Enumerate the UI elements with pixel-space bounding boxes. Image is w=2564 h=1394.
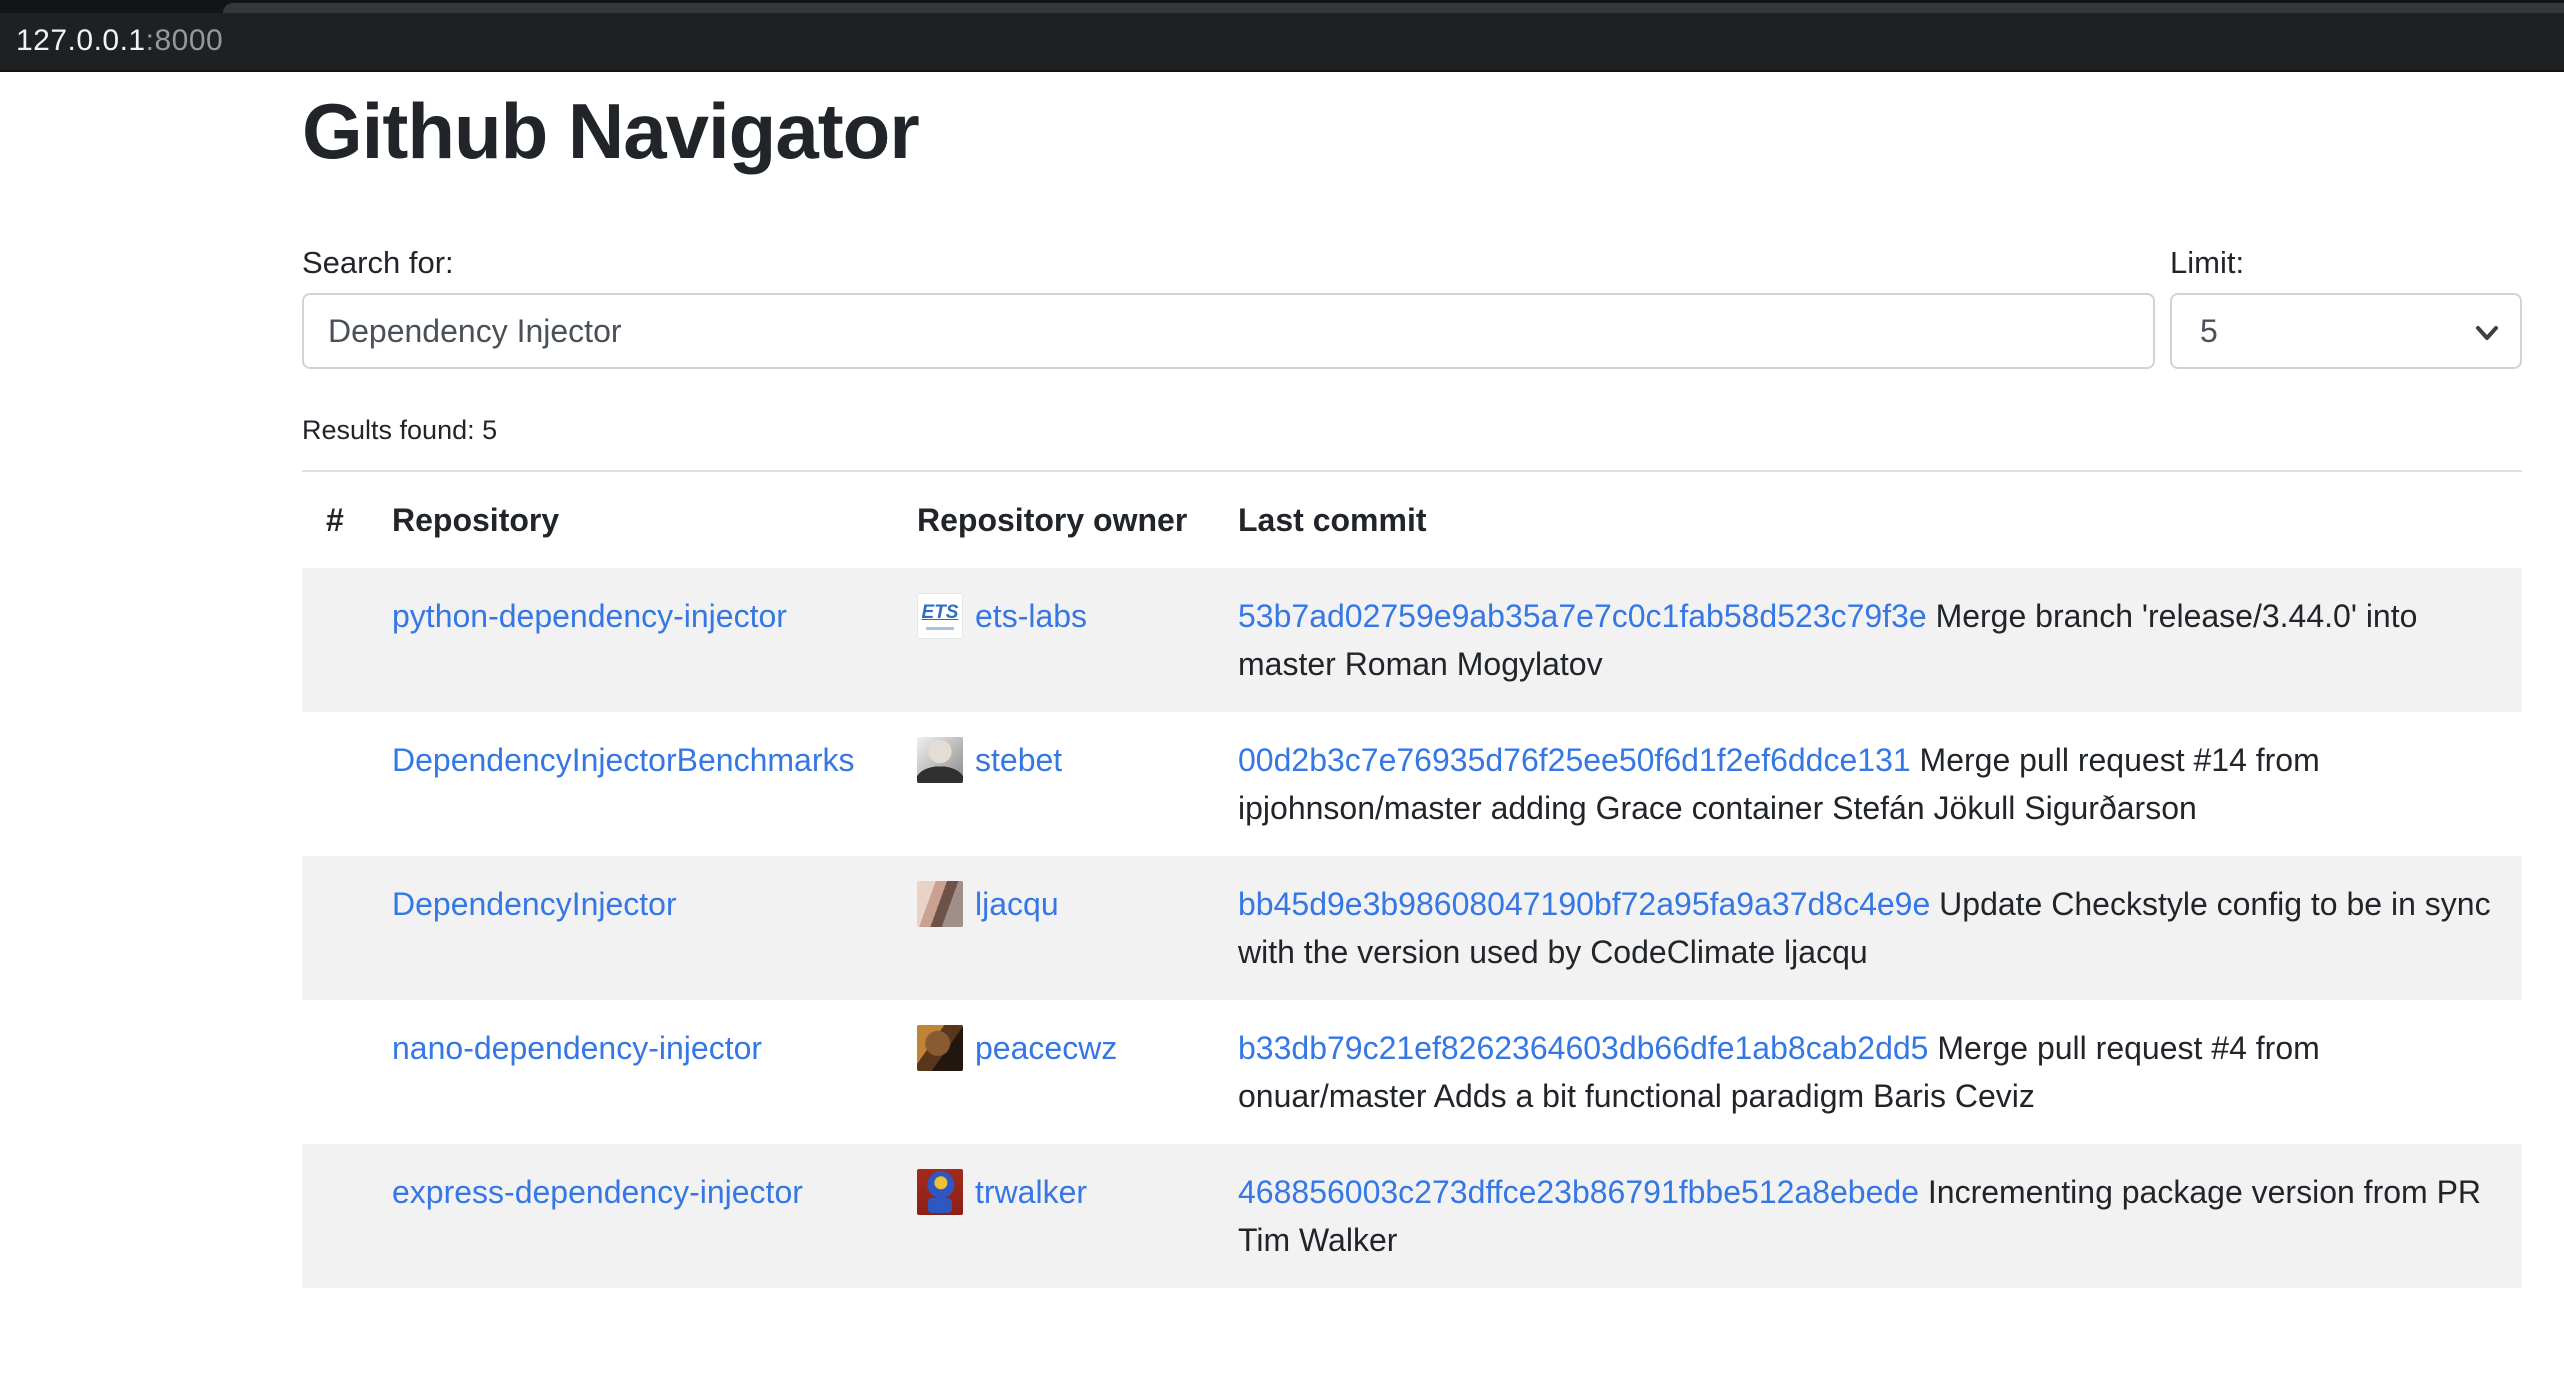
- peacecwz-avatar-photo: [917, 1025, 963, 1071]
- browser-tab-strip: [0, 0, 2564, 13]
- owner-link[interactable]: peacecwz: [975, 1024, 1117, 1072]
- repo-cell: python-dependency-injector: [368, 568, 893, 712]
- browser-chrome-bar: 127.0.0.1:8000: [0, 0, 2564, 72]
- table-row: python-dependency-injector ETS ets-labs …: [302, 568, 2522, 712]
- header-last-commit: Last commit: [1214, 471, 2522, 568]
- owner-link[interactable]: ets-labs: [975, 592, 1087, 640]
- limit-select[interactable]: 5: [2170, 293, 2522, 369]
- owner-link[interactable]: trwalker: [975, 1168, 1087, 1216]
- commit-cell: bb45d9e3b98608047190bf72a95fa9a37d8c4e9e…: [1214, 856, 2522, 1000]
- repository-link[interactable]: python-dependency-injector: [392, 598, 787, 634]
- limit-label: Limit:: [2170, 245, 2522, 281]
- repository-link[interactable]: DependencyInjector: [392, 886, 677, 922]
- url-host: 127.0.0.1: [16, 24, 146, 57]
- repo-cell: DependencyInjector: [368, 856, 893, 1000]
- commit-hash-link[interactable]: b33db79c21ef8262364603db66dfe1ab8cab2dd5: [1238, 1030, 1928, 1066]
- browser-tab[interactable]: [223, 3, 2564, 13]
- repo-cell: express-dependency-injector: [368, 1144, 893, 1288]
- results-summary: Results found: 5: [302, 415, 2522, 446]
- browser-address-bar[interactable]: 127.0.0.1:8000: [16, 24, 223, 58]
- ets-labs-logo-icon: ETS: [917, 593, 963, 639]
- table-row: DependencyInjectorBenchmarks stebet 00d2…: [302, 712, 2522, 856]
- row-index-cell: [302, 856, 368, 1000]
- limit-group: Limit: 5: [2170, 245, 2522, 369]
- repo-cell: nano-dependency-injector: [368, 1000, 893, 1144]
- repository-link[interactable]: nano-dependency-injector: [392, 1030, 762, 1066]
- owner-link[interactable]: ljacqu: [975, 880, 1059, 928]
- commit-hash-link[interactable]: 53b7ad02759e9ab35a7e7c0c1fab58d523c79f3e: [1238, 598, 1927, 634]
- page-title: Github Navigator: [302, 86, 2522, 177]
- commit-hash-link[interactable]: 00d2b3c7e76935d76f25ee50f6d1f2ef6ddce131: [1238, 742, 1911, 778]
- owner-cell: stebet: [893, 712, 1214, 856]
- commit-cell: 00d2b3c7e76935d76f25ee50f6d1f2ef6ddce131…: [1214, 712, 2522, 856]
- table-row: DependencyInjector ljacqu bb45d9e3b98608…: [302, 856, 2522, 1000]
- trwalker-avatar-photo: [917, 1169, 963, 1215]
- stebet-avatar-photo: [917, 737, 963, 783]
- header-index: #: [302, 471, 368, 568]
- commit-cell: 53b7ad02759e9ab35a7e7c0c1fab58d523c79f3e…: [1214, 568, 2522, 712]
- row-index-cell: [302, 1144, 368, 1288]
- url-port: :8000: [146, 24, 224, 57]
- owner-cell: trwalker: [893, 1144, 1214, 1288]
- table-row: nano-dependency-injector peacecwz b33db7…: [302, 1000, 2522, 1144]
- results-table: # Repository Repository owner Last commi…: [302, 470, 2522, 1288]
- search-input[interactable]: [302, 293, 2155, 369]
- row-index-cell: [302, 568, 368, 712]
- ljacqu-avatar-photo: [917, 881, 963, 927]
- owner-link[interactable]: stebet: [975, 736, 1062, 784]
- table-header-row: # Repository Repository owner Last commi…: [302, 471, 2522, 568]
- table-row: express-dependency-injector trwalker 468…: [302, 1144, 2522, 1288]
- avatar-logo-text: ETS: [922, 603, 959, 623]
- header-repository: Repository: [368, 471, 893, 568]
- owner-cell: ETS ets-labs: [893, 568, 1214, 712]
- repository-link[interactable]: DependencyInjectorBenchmarks: [392, 742, 854, 778]
- limit-select-wrap: 5: [2170, 293, 2522, 369]
- table-body: python-dependency-injector ETS ets-labs …: [302, 568, 2522, 1288]
- repo-cell: DependencyInjectorBenchmarks: [368, 712, 893, 856]
- header-repository-owner: Repository owner: [893, 471, 1214, 568]
- search-group: Search for:: [302, 245, 2155, 369]
- commit-cell: b33db79c21ef8262364603db66dfe1ab8cab2dd5…: [1214, 1000, 2522, 1144]
- commit-hash-link[interactable]: bb45d9e3b98608047190bf72a95fa9a37d8c4e9e: [1238, 886, 1930, 922]
- commit-hash-link[interactable]: 468856003c273dffce23b86791fbbe512a8ebede: [1238, 1174, 1919, 1210]
- repository-link[interactable]: express-dependency-injector: [392, 1174, 803, 1210]
- row-index-cell: [302, 1000, 368, 1144]
- search-label: Search for:: [302, 245, 2155, 281]
- owner-cell: ljacqu: [893, 856, 1214, 1000]
- commit-cell: 468856003c273dffce23b86791fbbe512a8ebede…: [1214, 1144, 2522, 1288]
- row-index-cell: [302, 712, 368, 856]
- page-container: Github Navigator Search for: Limit: 5 Re…: [302, 86, 2522, 1288]
- search-form: Search for: Limit: 5: [302, 245, 2522, 369]
- owner-cell: peacecwz: [893, 1000, 1214, 1144]
